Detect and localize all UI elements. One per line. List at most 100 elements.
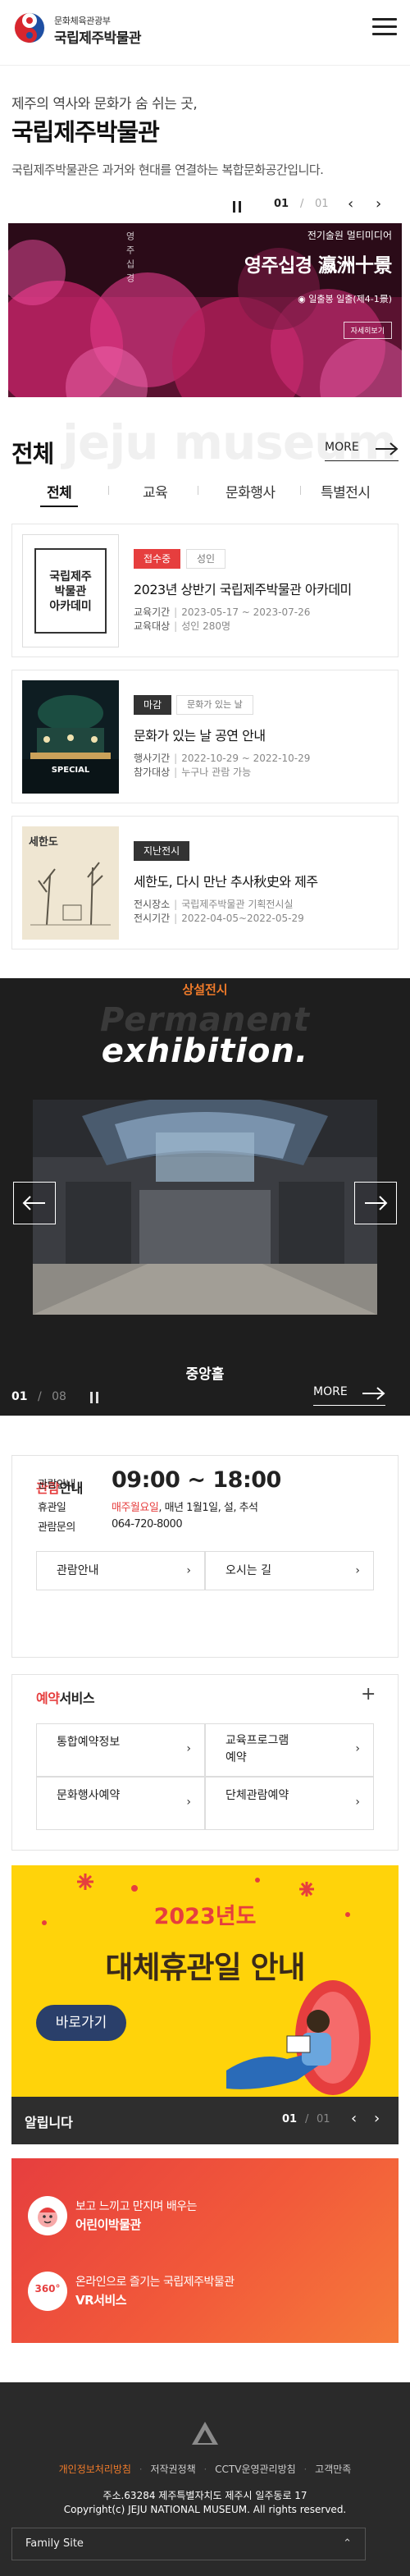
cctv-policy-link[interactable]: CCTV운영관리방침: [215, 2464, 296, 2475]
tab-divider: [108, 486, 109, 495]
banner-detail-button[interactable]: 자세히보기: [343, 322, 392, 339]
programs-more-link[interactable]: MORE: [325, 441, 359, 454]
banner-title: 영주십경 瀛洲十景: [244, 254, 393, 277]
notice-bar[interactable]: 알립니다 01 / 01 ‹ ›: [11, 2097, 399, 2144]
chevron-right-icon: ›: [355, 1796, 360, 1809]
program-card[interactable]: 국립제주 박물관 아카데미 접수중 성인 2023년 상반기 국립제주박물관 아…: [11, 524, 399, 657]
exhibition-label: 상설전시: [182, 982, 228, 997]
chevron-right-icon: ›: [186, 1742, 191, 1755]
tab-special-exhibition[interactable]: 특별전시: [321, 481, 371, 501]
program-tabs: 전체 교육 문화행사 특별전시: [0, 481, 410, 510]
museum-logo-icon[interactable]: [13, 11, 46, 44]
tab-cultural-events[interactable]: 문화행사: [226, 481, 276, 501]
government-emblem-icon: [192, 2422, 218, 2445]
notice-separator: /: [305, 2113, 309, 2125]
hero-description: 국립제주박물관은 과거와 현대를 연결하는 복합문화공간입니다.: [11, 162, 324, 177]
integrated-reservation-button[interactable]: 통합예약정보 ›: [36, 1723, 205, 1777]
museum-name[interactable]: 국립제주박물관: [54, 26, 141, 47]
next-arrow-icon[interactable]: ›: [374, 2110, 380, 2127]
exhibition-next-button[interactable]: [354, 1182, 397, 1224]
program-title: 세한도, 다시 만난 추사秋史와 제주: [134, 874, 318, 890]
visit-guide-button[interactable]: 관람안내 ›: [36, 1551, 205, 1590]
notice-total: 01: [317, 2113, 330, 2125]
arrow-right-icon[interactable]: [362, 1387, 385, 1400]
privacy-policy-link[interactable]: 개인정보처리방침: [59, 2464, 131, 2475]
chevron-right-icon: ›: [186, 1564, 191, 1577]
program-period: 교육기간 | 2023-05-17 ~ 2023-07-26: [134, 606, 311, 618]
promo-year: 2023년도: [153, 1904, 257, 1929]
promo-go-button[interactable]: 바로가기: [36, 2005, 126, 2041]
hours-label: 관람안내: [38, 1479, 75, 1491]
program-period: 행사기간 | 2022-10-29 ~ 2022-10-29: [134, 753, 311, 764]
category-badge: 문화가 있는 날: [176, 695, 253, 715]
prev-arrow-icon[interactable]: ‹: [348, 195, 353, 213]
prev-arrow-icon[interactable]: ‹: [351, 2110, 357, 2127]
quick-links: 보고 느끼고 만지며 배우는 어린이박물관 360° 온라인으로 즐기는 국립제…: [11, 2158, 399, 2343]
program-thumbnail: 국립제주 박물관 아카데미: [22, 534, 119, 647]
hamburger-menu-icon[interactable]: [372, 18, 397, 39]
vr-icon-label: 360°: [34, 2283, 61, 2295]
children-museum-link[interactable]: 어린이박물관: [75, 2216, 141, 2233]
copyright-policy-link[interactable]: 저작권정책: [150, 2464, 195, 2475]
group-tour-reservation-button[interactable]: 단체관람예약 ›: [205, 1777, 374, 1830]
vr-360-icon: 360°: [28, 2272, 67, 2311]
quick-link-desc: 온라인으로 즐기는 국립제주박물관: [75, 2276, 235, 2289]
plus-icon[interactable]: +: [361, 1684, 376, 1704]
arrow-left-icon: [22, 1196, 45, 1210]
tab-education[interactable]: 교육: [143, 481, 168, 501]
copyright-text: Copyright(c) JEJU NATIONAL MUSEUM. All r…: [63, 2504, 347, 2515]
next-arrow-icon[interactable]: ›: [376, 195, 381, 213]
exhibition-prev-button[interactable]: [13, 1182, 56, 1224]
vr-service-link[interactable]: VR서비스: [75, 2291, 127, 2308]
counter-separator: /: [37, 1390, 42, 1403]
slide-separator: /: [300, 198, 304, 210]
banner-vertical-text: 영주십경: [125, 231, 135, 287]
education-reservation-button[interactable]: 교육프로그램 예약 ›: [205, 1723, 374, 1777]
family-site-select[interactable]: Family Site ⌃: [11, 2528, 366, 2560]
status-badge: 접수중: [134, 549, 181, 569]
customer-satisfaction-link[interactable]: 고객만족: [315, 2464, 351, 2475]
tel-number[interactable]: 064-720-8000: [112, 1518, 183, 1531]
pause-icon[interactable]: [231, 201, 243, 213]
program-target: 교육대상 | 성인 280명: [134, 620, 231, 632]
closed-label: 휴관일: [38, 1502, 66, 1514]
directions-button[interactable]: 오시는 길 ›: [205, 1551, 374, 1590]
program-thumbnail: SPECIAL: [22, 680, 119, 794]
arrow-right-icon[interactable]: [376, 442, 399, 455]
chevron-up-icon: ⌃: [343, 2537, 352, 2550]
chevron-right-icon: ›: [355, 1742, 360, 1755]
exhibition-hall-name: 중앙홀: [185, 1366, 225, 1383]
exhibition-period: 전시기간 | 2022-04-05~2022-05-29: [134, 913, 304, 924]
hero-banner[interactable]: 영주십경 전기술원 멀티미디어 영주십경 瀛洲十景 ◉ 일출봉 일출(제4-1景…: [8, 223, 402, 397]
hero-slider-controls: 01 / 01 ‹ ›: [231, 195, 395, 216]
opening-hours: 09:00 ~ 18:00: [112, 1467, 281, 1493]
chevron-right-icon: ›: [355, 1564, 360, 1577]
program-card[interactable]: SPECIAL 마감 문화가 있는 날 문화가 있는 날 공연 안내 행사기간 |…: [11, 670, 399, 803]
exhibition-photo[interactable]: [33, 1100, 377, 1315]
footer-address: 주소.63284 제주특별자치도 제주시 일주동로 17 Copyright(c…: [0, 2489, 410, 2517]
slide-total: 01: [315, 198, 329, 210]
exhibition-en-line2: exhibition.: [101, 1032, 309, 1070]
notice-title: 알립니다: [25, 2115, 73, 2130]
programs-heading: 전체: [11, 440, 54, 468]
counter-total: 08: [52, 1390, 66, 1403]
banner-subtitle: 전기술원 멀티미디어: [307, 230, 392, 241]
tab-all[interactable]: 전체: [39, 481, 79, 507]
slide-current: 01: [274, 198, 289, 210]
notice-current: 01: [282, 2113, 298, 2125]
more-underline: [313, 1405, 385, 1406]
audience-badge: 성인: [186, 549, 226, 569]
banner-location: ◉ 일출봉 일출(제4-1景): [298, 292, 392, 305]
exhibition-more-link[interactable]: MORE: [313, 1385, 348, 1398]
exhibition-counter: 01 / 08: [11, 1390, 98, 1403]
location-pin-icon: ◉: [298, 294, 309, 304]
pause-icon[interactable]: [89, 1392, 100, 1403]
thumbnail-text: 국립제주 박물관 아카데미: [49, 570, 92, 613]
ministry-name: 문화체육관광부: [54, 16, 111, 26]
tab-divider: [300, 486, 301, 495]
more-underline: [325, 460, 399, 461]
closed-days: 매주월요일, 매년 1월1일, 설, 추석: [112, 1502, 258, 1514]
promo-headline: 대체휴관일 안내: [105, 1950, 305, 1985]
cultural-event-reservation-button[interactable]: 문화행사예약 ›: [36, 1777, 205, 1830]
program-card[interactable]: 세한도 지난전시 세한도, 다시 만난 추사秋史와 제주 전시장소 | 국립제주박물…: [11, 816, 399, 949]
